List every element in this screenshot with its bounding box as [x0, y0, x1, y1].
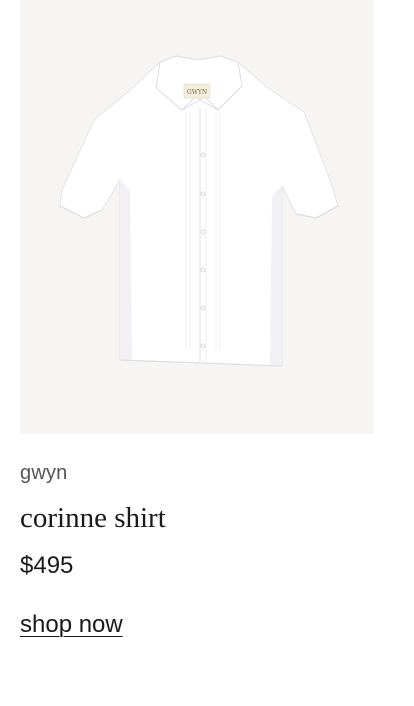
- product-card[interactable]: GWYN gwyn corinne shirt $495 shop now: [20, 0, 374, 640]
- brand-name: gwyn: [20, 462, 68, 484]
- product-image[interactable]: GWYN: [20, 0, 374, 434]
- shirt-label-text: GWYN: [187, 89, 207, 96]
- shirt-illustration: GWYN: [59, 55, 339, 367]
- product-name[interactable]: corinne shirt: [20, 501, 374, 535]
- shop-now-link[interactable]: shop now: [20, 610, 123, 640]
- product-price: $495: [20, 552, 74, 579]
